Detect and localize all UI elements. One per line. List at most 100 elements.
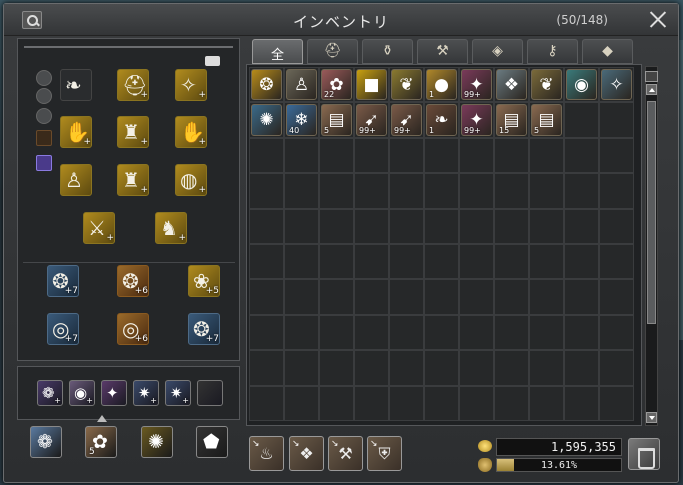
mini-slot-icon[interactable] (36, 70, 52, 86)
scroll-thumb[interactable] (647, 101, 656, 324)
inventory-slot[interactable] (494, 314, 529, 351)
inventory-slot[interactable]: ♙ (284, 67, 319, 103)
inventory-slot[interactable] (529, 208, 564, 244)
inventory-slot[interactable] (424, 279, 459, 315)
paper-icon[interactable]: ▤ 15 (496, 104, 527, 136)
consumable-gold-ring[interactable]: ✺ (141, 426, 173, 458)
inventory-slot[interactable] (494, 279, 529, 315)
inventory-slot[interactable]: ❦ (529, 67, 564, 103)
inventory-slot[interactable] (284, 385, 319, 421)
inventory-slot[interactable]: ✿ 22 (319, 67, 354, 103)
inventory-slot[interactable] (354, 279, 389, 315)
mini-slot-icon[interactable] (36, 130, 52, 146)
inventory-slot[interactable] (599, 137, 634, 174)
equip-slot-necklace[interactable]: ❂ +7 (188, 313, 220, 345)
scroll-icon[interactable]: ❖ (496, 69, 527, 101)
inventory-slot[interactable] (459, 243, 494, 280)
quickslot-book[interactable]: ❁ + (37, 380, 63, 406)
inventory-slot[interactable] (424, 385, 459, 421)
inventory-slot[interactable] (389, 208, 424, 244)
inventory-slot[interactable] (494, 173, 529, 209)
action-anvil-button[interactable]: ⚒ ↘ (328, 436, 363, 471)
inventory-slot[interactable] (599, 173, 634, 209)
paper-icon[interactable]: ▤ 5 (321, 104, 352, 136)
inventory-slot[interactable] (389, 137, 424, 174)
inventory-slot[interactable] (424, 243, 459, 280)
tab-key[interactable]: ⚷ (527, 39, 578, 64)
inventory-slot[interactable] (529, 173, 564, 209)
inventory-slot[interactable] (249, 173, 284, 209)
tab-diamond[interactable]: ◆ (582, 39, 633, 64)
tab-box[interactable]: ◈ (472, 39, 523, 64)
leaf-icon[interactable]: ❧ 1 (426, 104, 457, 136)
inventory-slot[interactable] (459, 350, 494, 386)
inventory-slot[interactable] (599, 208, 634, 244)
inventory-slot[interactable] (459, 314, 494, 351)
action-shield-button[interactable]: ⛨ ↘ (367, 436, 402, 471)
equip-slot-earring[interactable]: ❂ +7 (47, 265, 79, 297)
quickslot-rune[interactable]: ✷ + (133, 380, 159, 406)
inventory-slot[interactable] (389, 173, 424, 209)
inventory-slot[interactable] (319, 314, 354, 351)
inventory-slot[interactable] (424, 137, 459, 174)
inventory-slot[interactable] (389, 385, 424, 421)
inventory-slot[interactable]: ▤ 15 (494, 102, 529, 138)
feather-icon[interactable]: ❦ (391, 69, 422, 101)
inventory-slot[interactable] (459, 385, 494, 421)
inventory-slot[interactable] (599, 243, 634, 280)
inventory-slot[interactable] (564, 102, 599, 138)
horn-icon[interactable]: ❦ (531, 69, 562, 101)
inventory-slot[interactable] (564, 173, 599, 209)
gold-cube-icon[interactable]: ■ (356, 69, 387, 101)
inventory-slot[interactable] (424, 350, 459, 386)
close-icon[interactable] (648, 9, 668, 29)
egg-icon[interactable]: ● 1 (426, 69, 457, 101)
equip-slot-ring[interactable]: ◎ +7 (47, 313, 79, 345)
mini-slot-icon[interactable] (36, 108, 52, 124)
rose-icon[interactable]: ✿ 22 (321, 69, 352, 101)
inventory-slot[interactable] (459, 279, 494, 315)
inventory-slot[interactable] (494, 243, 529, 280)
inventory-slot[interactable] (319, 243, 354, 280)
inventory-slot[interactable] (319, 137, 354, 174)
inventory-slot[interactable] (249, 208, 284, 244)
inventory-slot[interactable]: ❧ 1 (424, 102, 459, 138)
inventory-slot[interactable]: ✧ (599, 67, 634, 103)
inventory-slot[interactable]: ➹ 99+ (354, 102, 389, 138)
action-pot-button[interactable]: ♨ ↘ (249, 436, 284, 471)
inventory-slot[interactable] (494, 350, 529, 386)
quickslot-rune[interactable]: ✷ + (165, 380, 191, 406)
inventory-slot[interactable] (319, 173, 354, 209)
inventory-slot[interactable] (564, 385, 599, 421)
gold-pile-icon[interactable]: ❂ (251, 69, 282, 101)
tab-helmet[interactable]: ⛑ (307, 39, 358, 64)
equip-slot-greatsword[interactable]: ⚔ + (83, 212, 115, 244)
tab-all-tab[interactable]: 全 (252, 39, 303, 64)
scroll-down-icon[interactable] (646, 412, 657, 423)
inventory-slot[interactable] (284, 279, 319, 315)
green-orb-icon[interactable]: ◉ (566, 69, 597, 101)
inventory-slot[interactable] (564, 137, 599, 174)
inventory-slot[interactable] (389, 279, 424, 315)
tab-potion[interactable]: ⚱ (362, 39, 413, 64)
paper-icon[interactable]: ▤ 5 (531, 104, 562, 136)
arrow-stick-icon[interactable]: ➹ 99+ (356, 104, 387, 136)
inventory-slot[interactable] (249, 243, 284, 280)
equip-scroll-icon[interactable] (205, 56, 220, 66)
inventory-slot[interactable]: ➹ 99+ (389, 102, 424, 138)
consumable-food[interactable]: ✿ 5 (85, 426, 117, 458)
inventory-slot[interactable] (354, 173, 389, 209)
inventory-slot[interactable] (389, 314, 424, 351)
inventory-slot[interactable] (564, 350, 599, 386)
inventory-slot[interactable] (564, 208, 599, 244)
inventory-slot[interactable] (459, 173, 494, 209)
inventory-slot[interactable] (249, 279, 284, 315)
consumable-flower[interactable]: ❁ (30, 426, 62, 458)
inventory-slot[interactable] (564, 243, 599, 280)
inventory-slot[interactable] (284, 243, 319, 280)
inventory-slot[interactable] (284, 350, 319, 386)
pendant-icon[interactable]: ✺ (251, 104, 282, 136)
action-gift-box-button[interactable]: ❖ ↘ (289, 436, 324, 471)
inventory-slot[interactable] (564, 279, 599, 315)
inventory-slot[interactable] (459, 208, 494, 244)
